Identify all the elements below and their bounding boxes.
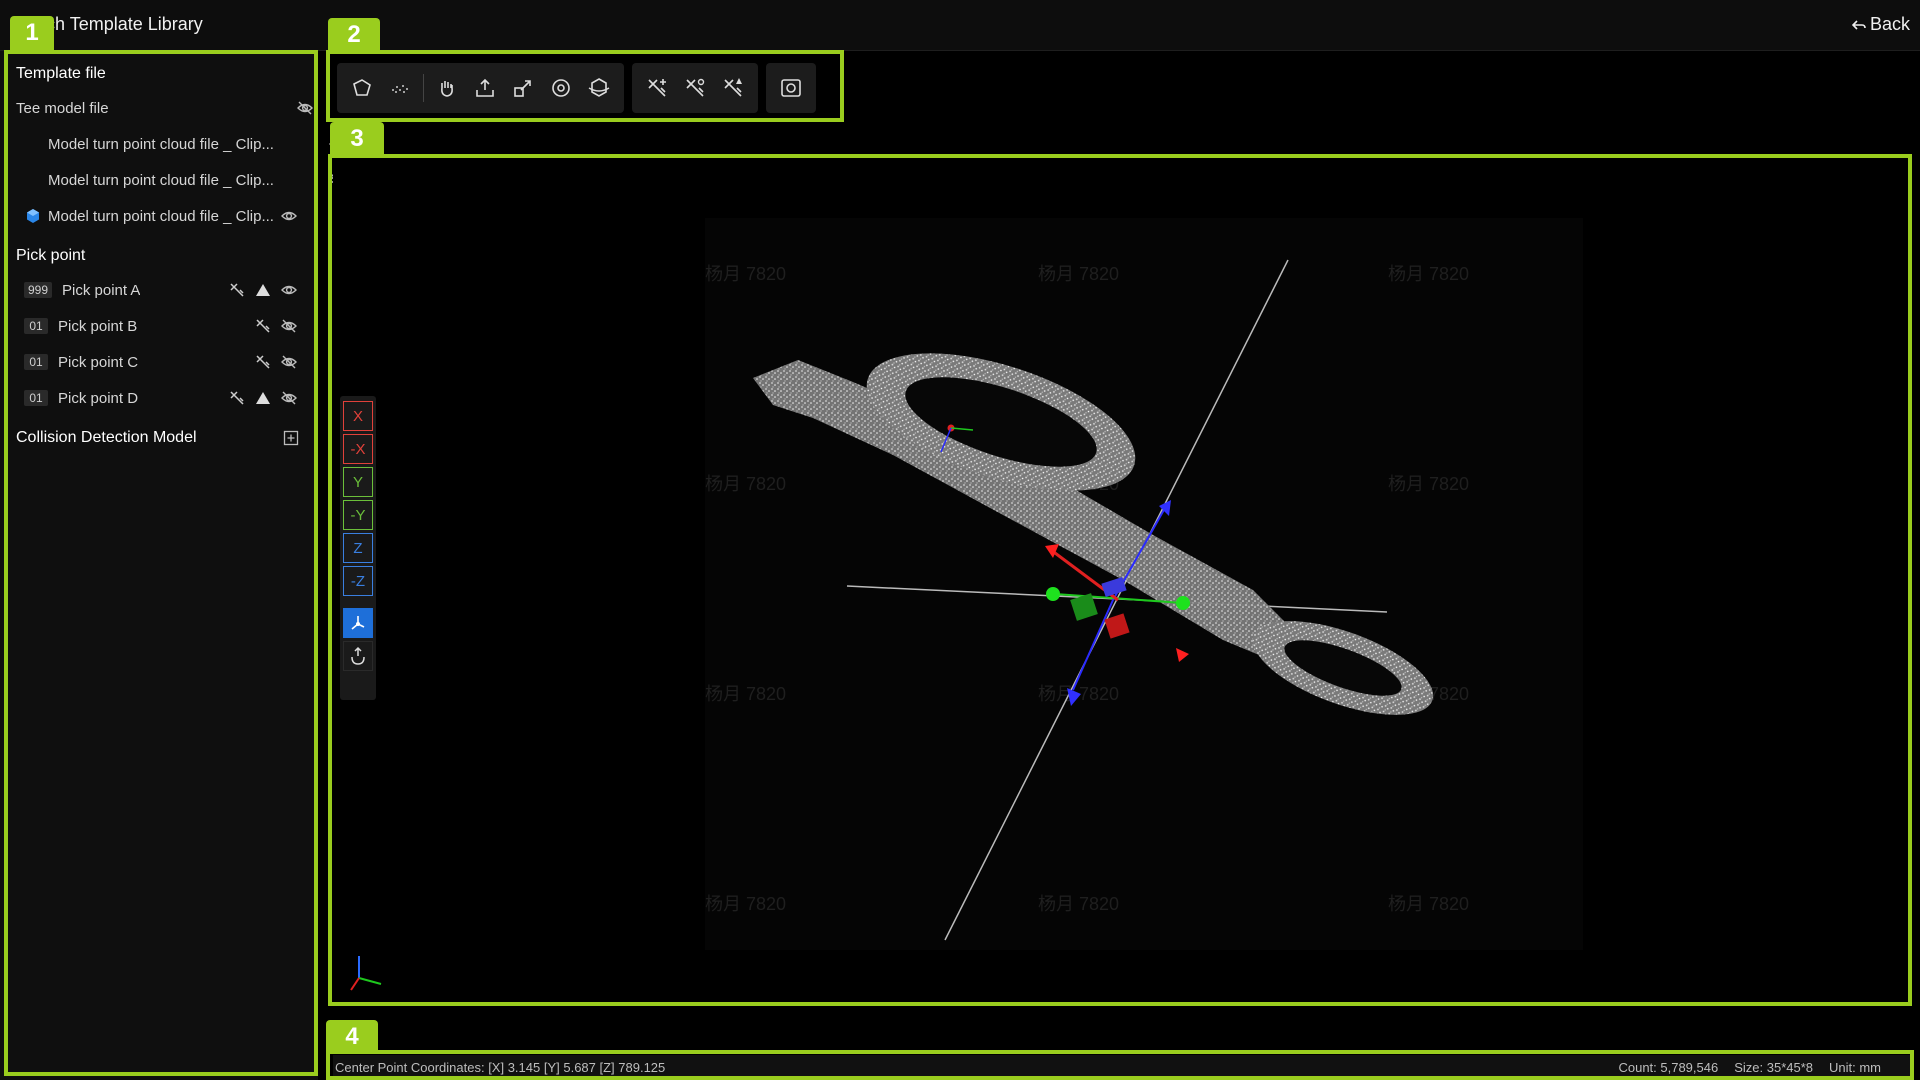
toolbar-group-grip xyxy=(632,63,758,113)
model-file-label: Model turn point cloud file _ Clip... xyxy=(48,207,274,225)
pick-point-label: Pick point A xyxy=(62,281,141,299)
status-bar: Center Point Coordinates: [X] 3.145 [Y] … xyxy=(333,1055,1911,1080)
gripper-icon[interactable] xyxy=(254,317,272,335)
gizmo-mode-icon[interactable] xyxy=(343,608,373,638)
scale-icon[interactable] xyxy=(504,68,542,108)
svg-text:杨月 7820: 杨月 7820 xyxy=(705,474,786,494)
toolbar-group-view xyxy=(766,63,816,113)
pick-point-item[interactable]: 999 Pick point A xyxy=(0,273,318,307)
annotation-tag-1: 1 xyxy=(10,16,54,50)
collision-model-heading: Collision Detection Model xyxy=(16,429,197,446)
model-root-label: Tee model file xyxy=(16,99,109,117)
gripper-icon[interactable] xyxy=(228,281,246,299)
pick-mode-icon[interactable] xyxy=(343,641,373,671)
annotation-tag-2: 2 xyxy=(328,18,380,50)
gripper-icon[interactable] xyxy=(254,353,272,371)
3d-viewport[interactable]: 杨月 7820 杨月 7820 杨月 7820 杨月 7820 杨月 7820 杨月 7… xyxy=(333,160,1911,1000)
unit-label: Unit: mm xyxy=(1829,1060,1881,1075)
warning-triangle-icon[interactable] xyxy=(254,389,272,407)
gripper-icon[interactable] xyxy=(228,389,246,407)
view-axis-panel: X -X Y -Y Z -Z xyxy=(340,396,376,700)
hand-grab-icon[interactable] xyxy=(428,68,466,108)
pick-point-item[interactable]: 01 Pick point D xyxy=(0,381,318,415)
svg-text:杨月 7820: 杨月 7820 xyxy=(1388,474,1469,494)
view-x-button[interactable]: X xyxy=(343,401,373,431)
view-y-button[interactable]: Y xyxy=(343,467,373,497)
pick-count-badge: 01 xyxy=(24,318,48,334)
center-point-coordinates: Center Point Coordinates: [X] 3.145 [Y] … xyxy=(335,1060,666,1075)
model-file-item-selected[interactable]: Model turn point cloud file _ Clip... xyxy=(0,199,318,233)
gripper-add-icon[interactable] xyxy=(638,68,676,108)
toolbar-group-edit xyxy=(337,63,624,113)
svg-text:杨月 7820: 杨月 7820 xyxy=(705,894,786,914)
back-button[interactable]: Back xyxy=(1851,14,1910,35)
pick-point-label: Pick point C xyxy=(58,353,139,371)
pick-point-label: Pick point D xyxy=(58,389,139,407)
svg-text:杨月 7820: 杨月 7820 xyxy=(1038,894,1119,914)
svg-text:杨月 7820: 杨月 7820 xyxy=(1038,264,1119,284)
eye-off-icon[interactable] xyxy=(280,353,298,371)
view-neg-y-button[interactable]: -Y xyxy=(343,500,373,530)
point-cloud-scene[interactable]: 杨月 7820 杨月 7820 杨月 7820 杨月 7820 杨月 7820 杨月 7… xyxy=(333,160,1911,1000)
warning-triangle-icon[interactable] xyxy=(254,281,272,299)
pick-count-badge: 01 xyxy=(24,354,48,370)
eye-off-icon[interactable] xyxy=(296,99,314,117)
model-file-item[interactable]: Model turn point cloud file _ Clip... xyxy=(0,163,345,197)
eye-icon[interactable] xyxy=(280,281,298,299)
view-neg-x-button[interactable]: -X xyxy=(343,434,373,464)
model-size: Size: 35*45*8 xyxy=(1734,1060,1813,1075)
back-label: Back xyxy=(1869,14,1910,34)
gripper-config-icon[interactable] xyxy=(676,68,714,108)
toolbar-divider xyxy=(423,74,424,102)
pick-point-item[interactable]: 01 Pick point B xyxy=(0,309,318,343)
view-z-button[interactable]: Z xyxy=(343,533,373,563)
svg-text:杨月 7820: 杨月 7820 xyxy=(705,264,786,284)
add-collision-model-icon[interactable] xyxy=(282,429,300,447)
pick-count-badge: 01 xyxy=(24,390,48,406)
toolbar xyxy=(337,62,824,114)
upload-hand-icon[interactable] xyxy=(466,68,504,108)
cube-icon xyxy=(24,207,42,225)
annotation-tag-4: 4 xyxy=(326,1020,378,1050)
model-file-label: Model turn point cloud file _ Clip... xyxy=(48,135,274,153)
back-arrow-icon xyxy=(1851,19,1866,30)
template-file-heading: Template file xyxy=(16,65,106,82)
camera-settings-icon[interactable] xyxy=(772,68,810,108)
eye-icon[interactable] xyxy=(280,207,298,225)
point-cloud-icon[interactable] xyxy=(381,68,419,108)
pick-point-label: Pick point B xyxy=(58,317,138,335)
gripper-alert-icon[interactable] xyxy=(714,68,752,108)
pick-count-badge: 999 xyxy=(24,282,53,298)
svg-text:杨月 7820: 杨月 7820 xyxy=(705,684,786,704)
svg-text:杨月 7820: 杨月 7820 xyxy=(1388,894,1469,914)
model-file-label: Model turn point cloud file _ Clip... xyxy=(48,171,274,189)
view-neg-z-button[interactable]: -Z xyxy=(343,566,373,596)
target-icon[interactable] xyxy=(542,68,580,108)
point-count: Count: 5,789,546 xyxy=(1618,1060,1719,1075)
model-root-item[interactable]: Tee model file xyxy=(0,91,334,125)
sidebar-panel: Template file Tee model file Model turn … xyxy=(0,51,345,1080)
model-file-item[interactable]: Model turn point cloud file _ Clip... xyxy=(0,127,345,161)
svg-text:杨月 7820: 杨月 7820 xyxy=(1388,264,1469,284)
pick-point-heading: Pick point xyxy=(16,247,86,264)
title-bar: Match Template Library Back xyxy=(0,0,1920,51)
eye-off-icon[interactable] xyxy=(280,389,298,407)
polygon-select-icon[interactable] xyxy=(343,68,381,108)
pick-point-item[interactable]: 01 Pick point C xyxy=(0,345,318,379)
rotate-3d-icon[interactable] xyxy=(580,68,618,108)
axes-orientation-indicator xyxy=(350,956,382,991)
eye-off-icon[interactable] xyxy=(280,317,298,335)
annotation-tag-3: 3 xyxy=(330,122,384,154)
